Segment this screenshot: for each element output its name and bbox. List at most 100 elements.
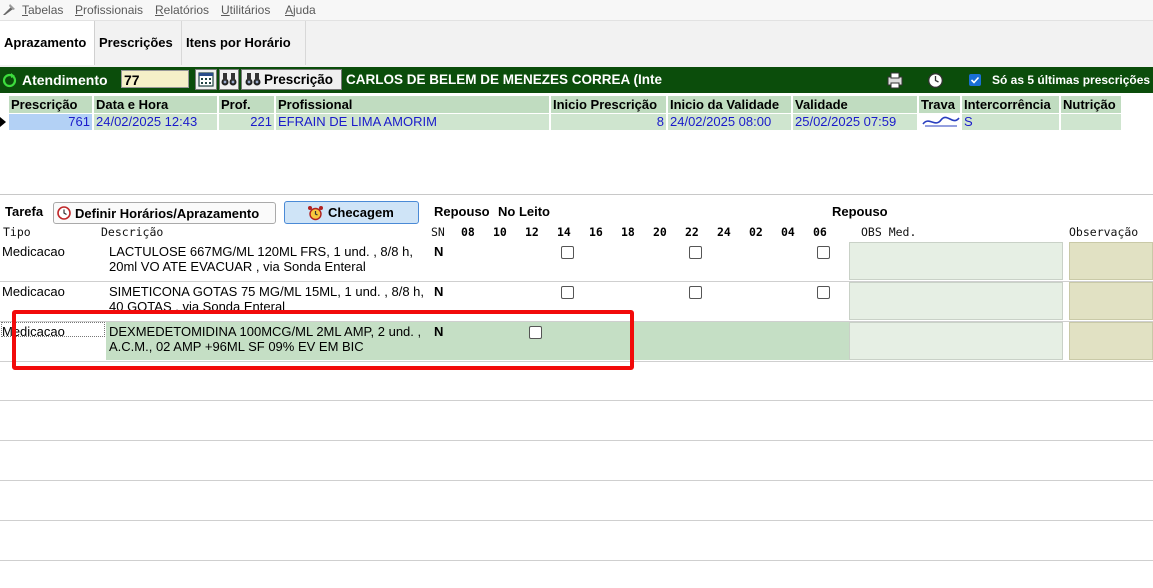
- col-prof[interactable]: Prof.: [219, 96, 275, 113]
- col-inicio-validade[interactable]: Inicio da Validade: [668, 96, 792, 113]
- row-descricao[interactable]: LACTULOSE 667MG/ML 120ML FRS, 1 und. , 8…: [106, 242, 430, 280]
- cell-nutricao[interactable]: [1061, 114, 1122, 130]
- menu-tabelas[interactable]: Tabelas: [22, 3, 63, 17]
- tab-itens-por-horario[interactable]: Itens por Horário: [182, 21, 306, 65]
- menu-ajuda[interactable]: Ajuda: [285, 3, 316, 17]
- col-inicio-prescricao[interactable]: Inicio Prescrição: [551, 96, 667, 113]
- empty-row-divider: [0, 480, 1153, 481]
- observacao-cell[interactable]: [1069, 322, 1153, 360]
- tab-prescricoes[interactable]: Prescrições: [95, 21, 182, 65]
- col-hour-14[interactable]: 14: [557, 225, 571, 239]
- col-hour-20[interactable]: 20: [653, 225, 667, 239]
- cell-intercorrencia[interactable]: S: [962, 114, 1060, 130]
- empty-row-divider: [0, 400, 1153, 401]
- annotation-highlight: [12, 310, 634, 370]
- cell-prof[interactable]: 221: [219, 114, 275, 130]
- obs-med-cell[interactable]: [849, 322, 1063, 360]
- menu-bar: Tabelas Profissionais Relatórios Utilitá…: [0, 0, 1153, 21]
- col-hour-24[interactable]: 24: [717, 225, 731, 239]
- dose-checkbox-14[interactable]: [561, 286, 574, 299]
- col-trava[interactable]: Trava: [919, 96, 961, 113]
- dose-checkbox-06[interactable]: [817, 286, 830, 299]
- row-sn[interactable]: N: [434, 284, 443, 299]
- calendar-button[interactable]: [195, 69, 217, 90]
- cell-inicio-validade[interactable]: 24/02/2025 08:00: [668, 114, 792, 130]
- col-profissional[interactable]: Profissional: [276, 96, 550, 113]
- definir-horarios-label: Definir Horários/Aprazamento: [75, 206, 260, 221]
- cell-data-hora[interactable]: 24/02/2025 12:43: [94, 114, 218, 130]
- cell-prescricao[interactable]: 761: [9, 114, 93, 130]
- only5-label: Só as 5 últimas prescrições: [992, 73, 1151, 87]
- row-pointer-icon: [0, 117, 6, 127]
- row-tipo: Medicacao: [2, 244, 65, 259]
- no-leito-label: No Leito: [498, 204, 550, 219]
- tarefa-label: Tarefa: [5, 204, 44, 219]
- col-hour-18[interactable]: 18: [621, 225, 635, 239]
- col-hour-10[interactable]: 10: [493, 225, 507, 239]
- observacao-cell[interactable]: [1069, 242, 1153, 280]
- cell-validade[interactable]: 25/02/2025 07:59: [793, 114, 918, 130]
- atendimento-bar: Atendimento 77 Prescrição CARLOS DE BELE…: [0, 67, 1153, 93]
- repouso-left-label: Repouso: [434, 204, 490, 219]
- col-tipo[interactable]: Tipo: [3, 225, 31, 239]
- col-hour-22[interactable]: 22: [685, 225, 699, 239]
- col-hour-02[interactable]: 02: [749, 225, 763, 239]
- dose-checkbox-06[interactable]: [817, 246, 830, 259]
- atendimento-number-field[interactable]: 77: [121, 70, 189, 88]
- col-hour-16[interactable]: 16: [589, 225, 603, 239]
- row-sn[interactable]: N: [434, 244, 443, 259]
- dose-checkbox-14[interactable]: [561, 246, 574, 259]
- calendar-icon: [198, 72, 214, 87]
- col-prescricao[interactable]: Prescrição: [9, 96, 93, 113]
- checagem-button[interactable]: Checagem: [284, 201, 419, 224]
- only5-checkbox[interactable]: [969, 74, 981, 86]
- definir-horarios-button[interactable]: Definir Horários/Aprazamento: [53, 202, 276, 224]
- col-hour-12[interactable]: 12: [525, 225, 539, 239]
- repouso-right-label: Repouso: [832, 204, 888, 219]
- prescricao-button[interactable]: Prescrição: [241, 69, 342, 90]
- col-obs-med[interactable]: OBS Med.: [861, 225, 916, 239]
- col-descricao[interactable]: Descrição: [101, 225, 163, 239]
- col-sn[interactable]: SN: [431, 225, 445, 239]
- tab-aprazamento[interactable]: Aprazamento: [0, 21, 95, 65]
- dose-checkbox-22[interactable]: [689, 246, 702, 259]
- empty-row-divider: [0, 520, 1153, 521]
- check-icon: [970, 76, 980, 84]
- col-nutricao[interactable]: Nutrição: [1061, 96, 1122, 113]
- section-divider: [0, 194, 1153, 195]
- checagem-label: Checagem: [328, 205, 394, 220]
- print-icon[interactable]: [886, 72, 904, 89]
- medication-row[interactable]: Medicacao LACTULOSE 667MG/ML 120ML FRS, …: [0, 242, 1153, 281]
- menu-relatorios[interactable]: Relatórios: [155, 3, 209, 17]
- empty-row-divider: [0, 560, 1153, 561]
- signature-icon: [922, 116, 960, 127]
- col-hour-04[interactable]: 04: [781, 225, 795, 239]
- prescricao-button-label: Prescrição: [264, 72, 334, 87]
- dose-checkbox-22[interactable]: [689, 286, 702, 299]
- col-hour-08[interactable]: 08: [461, 225, 475, 239]
- col-observacao[interactable]: Observação: [1069, 225, 1138, 239]
- cell-profissional[interactable]: EFRAIN DE LIMA AMORIM: [276, 114, 550, 130]
- obs-med-cell[interactable]: [849, 242, 1063, 280]
- empty-row-divider: [0, 440, 1153, 441]
- alarm-clock-icon: [57, 206, 71, 220]
- binoculars-icon: [245, 73, 261, 86]
- row-tipo: Medicacao: [2, 284, 65, 299]
- menu-utilitarios[interactable]: Utilitários: [221, 3, 270, 17]
- col-validade[interactable]: Validade: [793, 96, 918, 113]
- binoculars-icon: [221, 73, 237, 86]
- col-intercorrencia[interactable]: Intercorrência: [962, 96, 1060, 113]
- obs-med-cell[interactable]: [849, 282, 1063, 320]
- cell-trava[interactable]: [919, 114, 961, 130]
- refresh-icon[interactable]: [2, 73, 17, 88]
- observacao-cell[interactable]: [1069, 282, 1153, 320]
- search-button[interactable]: [219, 69, 239, 90]
- atendimento-label: Atendimento: [22, 72, 108, 88]
- menu-profissionais[interactable]: Profissionais: [75, 3, 143, 17]
- alarm-clock-icon: [308, 206, 323, 221]
- clock-icon[interactable]: [927, 72, 944, 89]
- app-icon: [3, 4, 15, 15]
- cell-inicio-prescricao[interactable]: 8: [551, 114, 667, 130]
- col-hour-06[interactable]: 06: [813, 225, 827, 239]
- col-data-hora[interactable]: Data e Hora: [94, 96, 218, 113]
